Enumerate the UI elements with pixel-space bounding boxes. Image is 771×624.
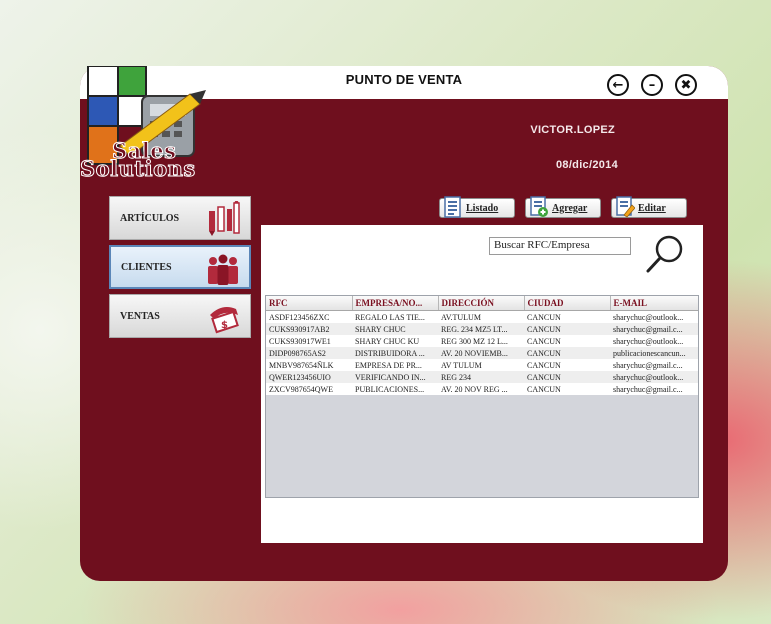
table-row[interactable]: ASDF123456ZXC REGALO LAS TIE... AV.TULUM… [266,310,698,323]
column-header-direccion[interactable]: DIRECCIÓN [438,296,525,311]
cell-email: sharychuc@outlook... [610,310,698,323]
table-row[interactable]: MNBV987654ÑLK EMPRESA DE PR... AV TULUM … [266,359,698,371]
cell-email: sharychuc@gmail.c... [610,383,698,395]
column-header-ciudad[interactable]: CIUDAD [524,296,611,311]
table-row[interactable]: DIDP098765AS2 DISTRIBUIDORA ... AV. 20 N… [266,347,698,359]
list-button-label: Listado [466,202,499,214]
sidebar-item-clientes[interactable]: CLIENTES [109,245,251,289]
minimize-icon[interactable]: – [641,74,663,96]
cell-rfc: ASDF123456ZXC [266,310,352,323]
sidebar-item-label: CLIENTES [121,261,172,273]
money-hand-icon: $ [210,307,239,334]
cell-empresa: REGALO LAS TIE... [352,310,438,323]
cell-ciudad: CANCUN [524,359,610,371]
people-icon [208,254,238,285]
cell-email: publicacionescancun... [610,347,698,359]
sidebar-item-label: VENTAS [120,310,160,322]
close-icon[interactable]: ✖ [675,74,697,96]
cell-ciudad: CANCUN [524,383,610,395]
cell-ciudad: CANCUN [524,335,610,347]
back-icon[interactable]: ← [607,74,629,96]
sales-solutions-logo: Sales Solutions [80,66,210,182]
cell-direccion: REG 300 MZ 12 L... [438,335,524,347]
cell-rfc: QWER123456UIO [266,371,352,383]
user-name: VICTOR.LOPEZ [530,124,615,136]
cell-email: sharychuc@gmail.c... [610,323,698,335]
logo-text-solutions: Solutions [80,156,196,182]
cell-empresa: PUBLICACIONES... [352,383,438,395]
table-row[interactable]: ZXCV987654QWE PUBLICACIONES... AV. 20 NO… [266,383,698,395]
main-window: PUNTO DE VENTA ← – ✖ Sales Solutions VIC… [80,66,728,581]
edit-button[interactable]: Editar [611,196,687,218]
add-button[interactable]: Agregar [525,196,601,218]
cell-ciudad: CANCUN [524,371,610,383]
table-row[interactable]: CUKS930917AB2 SHARY CHUC REG. 234 MZ5 LT… [266,323,698,335]
cell-rfc: ZXCV987654QWE [266,383,352,395]
sidebar-item-articulos[interactable]: ARTÍCULOS [109,196,251,240]
cell-direccion: AV TULUM [438,359,524,371]
table-row[interactable]: CUKS930917WE1 SHARY CHUC KU REG 300 MZ 1… [266,335,698,347]
cell-empresa: SHARY CHUC [352,323,438,335]
add-icon [530,196,548,217]
cell-direccion: AV. 20 NOVIEMB... [438,347,524,359]
cell-direccion: REG. 234 MZ5 LT... [438,323,524,335]
cell-rfc: CUKS930917AB2 [266,323,352,335]
current-date: 08/dic/2014 [555,159,618,171]
cell-ciudad: CANCUN [524,347,610,359]
edit-icon [616,196,635,218]
cell-rfc: CUKS930917WE1 [266,335,352,347]
search-input[interactable]: Buscar RFC/Empresa [489,237,631,255]
table-header-row: RFC EMPRESA/NO... DIRECCIÓN CIUDAD E-MAI… [266,296,698,311]
cell-email: sharychuc@outlook... [610,335,698,347]
cell-ciudad: CANCUN [524,310,610,323]
cell-email: sharychuc@gmail.c... [610,359,698,371]
edit-button-label: Editar [638,202,666,214]
cell-direccion: AV. 20 NOV REG ... [438,383,524,395]
column-header-empresa[interactable]: EMPRESA/NO... [352,296,439,311]
clients-table: RFC EMPRESA/NO... DIRECCIÓN CIUDAD E-MAI… [265,295,699,498]
cell-direccion: REG 234 [438,371,524,383]
cell-empresa: DISTRIBUIDORA ... [352,347,438,359]
cell-direccion: AV.TULUM [438,310,524,323]
column-header-rfc[interactable]: RFC [266,296,353,311]
cell-rfc: MNBV987654ÑLK [266,359,352,371]
clients-panel: Listado Agregar Editar Buscar RFC/Empres… [260,186,704,544]
add-button-label: Agregar [552,202,588,214]
sidebar-item-label: ARTÍCULOS [120,212,180,224]
cell-empresa: EMPRESA DE PR... [352,359,438,371]
svg-text:$: $ [221,320,228,331]
column-header-email[interactable]: E-MAIL [610,296,698,311]
cell-rfc: DIDP098765AS2 [266,347,352,359]
pencils-icon [209,201,240,236]
list-icon [444,196,461,218]
toolbar: Listado Agregar Editar [261,187,703,225]
list-button[interactable]: Listado [439,196,515,218]
cell-empresa: SHARY CHUC KU [352,335,438,347]
cell-ciudad: CANCUN [524,323,610,335]
table-row[interactable]: QWER123456UIO VERIFICANDO IN... REG 234 … [266,371,698,383]
sidebar-item-ventas[interactable]: VENTAS $ [109,294,251,338]
cell-empresa: VERIFICANDO IN... [352,371,438,383]
search-icon[interactable] [643,232,687,276]
cell-email: sharychuc@outlook... [610,371,698,383]
